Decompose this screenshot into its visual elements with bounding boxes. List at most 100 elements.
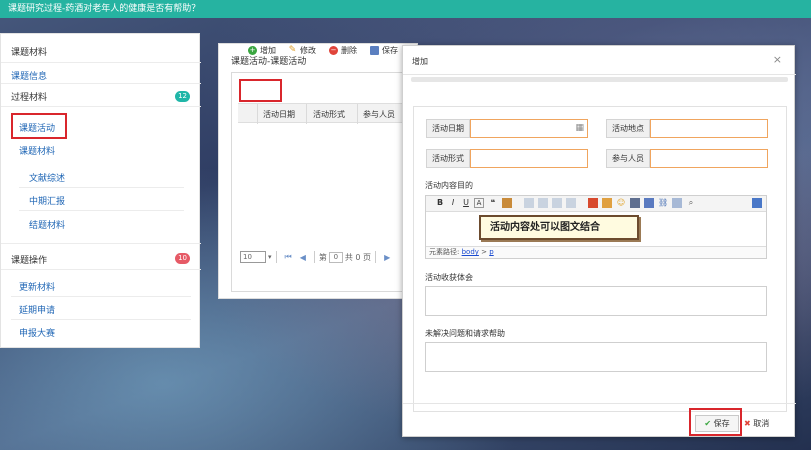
- bold-icon[interactable]: B: [435, 198, 445, 208]
- column-separator: [257, 104, 258, 124]
- column-header-form[interactable]: 活动形式: [313, 109, 345, 120]
- x-icon: ✖: [744, 419, 751, 428]
- prev-page-icon[interactable]: ◀: [300, 253, 306, 262]
- divider: [1, 62, 201, 63]
- page-header: 课题研究过程-药酒对老年人的健康是否有帮助？: [0, 0, 811, 18]
- divider: [1, 106, 201, 107]
- chevron-down-icon: ▾: [268, 253, 272, 261]
- add-dialog: 增加 × 活动日期 ▦ 活动地点 活动形式 参与人员 活动内容目的 B I U …: [402, 45, 796, 437]
- grid-header: 活动日期 活动形式 参与人员: [238, 103, 418, 124]
- sidebar-item-literature-review[interactable]: 文献综述: [29, 171, 109, 184]
- emoji-icon[interactable]: ☺: [616, 198, 626, 208]
- horizontal-scrollbar[interactable]: [411, 77, 788, 82]
- element-path-p[interactable]: p: [489, 248, 493, 256]
- highlight-activities: [11, 113, 67, 139]
- divider: [1, 269, 201, 270]
- problems-textarea[interactable]: [425, 342, 767, 372]
- divider: [19, 187, 184, 188]
- quote-icon[interactable]: ❝: [488, 198, 498, 208]
- font-color-icon[interactable]: A: [474, 198, 484, 208]
- page-prefix: 第: [318, 252, 327, 262]
- image-icon[interactable]: [588, 198, 598, 208]
- minus-icon: −: [329, 46, 338, 55]
- video-icon[interactable]: [630, 198, 640, 208]
- divider: [19, 210, 184, 211]
- next-page-icon[interactable]: ▶: [384, 253, 390, 262]
- multi-image-icon[interactable]: [602, 198, 612, 208]
- link-icon[interactable]: ⛓: [658, 198, 668, 208]
- save-toolbar-label: 保存: [382, 46, 398, 55]
- add-button[interactable]: + 增加: [248, 45, 276, 56]
- divider: [403, 74, 796, 75]
- page-total: 共 0 页: [344, 252, 372, 262]
- edit-button[interactable]: ✎ 修改: [288, 45, 316, 56]
- add-label: 增加: [260, 46, 276, 55]
- gains-label: 活动收获体会: [425, 273, 473, 282]
- column-header-date[interactable]: 活动日期: [263, 109, 295, 120]
- column-separator: [306, 104, 307, 124]
- highlight-save-button: [689, 408, 742, 436]
- sidebar-item-extension-request[interactable]: 延期申请: [19, 303, 99, 316]
- operations-count-badge: 10: [175, 253, 190, 264]
- divider: [11, 319, 191, 320]
- sidebar-item-final-materials[interactable]: 结题材料: [29, 218, 109, 231]
- content-label: 活动内容目的: [425, 181, 473, 190]
- highlight-add-button: [239, 79, 282, 102]
- plus-icon: +: [248, 46, 257, 55]
- sidebar-section-operations[interactable]: 课题操作: [11, 253, 161, 266]
- divider: [375, 251, 377, 263]
- edit-label: 修改: [300, 46, 316, 55]
- close-icon[interactable]: ×: [773, 53, 782, 66]
- editor-toolbar: B I U A ❝ ☺ ⛓ ⌕: [426, 196, 766, 212]
- unlink-icon[interactable]: [672, 198, 682, 208]
- location-input[interactable]: [650, 119, 768, 138]
- first-page-icon[interactable]: ⏮: [285, 252, 292, 262]
- delete-button[interactable]: − 删除: [329, 45, 357, 56]
- sidebar-section-process[interactable]: 过程材料: [11, 90, 161, 103]
- floppy-icon: [370, 46, 379, 55]
- element-path-separator: >: [481, 248, 488, 256]
- sidebar-item-topic-materials[interactable]: 课题材料: [19, 144, 99, 157]
- element-path-body[interactable]: body: [462, 248, 479, 256]
- pencil-icon: ✎: [288, 45, 297, 55]
- calendar-icon[interactable]: ▦: [575, 123, 584, 133]
- cancel-button[interactable]: ✖ 取消: [744, 415, 784, 432]
- process-count-badge: 12: [175, 91, 190, 102]
- save-toolbar-button[interactable]: 保存: [370, 45, 398, 56]
- page-title: 课题研究过程-药酒对老年人的健康是否有帮助？: [8, 4, 201, 14]
- sidebar-item-topic-info[interactable]: 课题信息: [11, 69, 161, 82]
- divider: [403, 403, 796, 404]
- align-left-icon[interactable]: [524, 198, 534, 208]
- divider: [1, 83, 201, 84]
- divider: [11, 296, 191, 297]
- form-input[interactable]: [470, 149, 588, 168]
- page-size-select[interactable]: 10: [240, 251, 266, 263]
- search-icon[interactable]: ⌕: [686, 198, 696, 208]
- participants-input[interactable]: [650, 149, 768, 168]
- sidebar-item-apply-competition[interactable]: 申报大赛: [19, 326, 99, 339]
- element-path-label: 元素路径:: [429, 248, 460, 256]
- align-center-icon[interactable]: [538, 198, 548, 208]
- delete-label: 删除: [341, 46, 357, 55]
- column-header-participants[interactable]: 参与人员: [363, 109, 395, 120]
- page-number-input[interactable]: 0: [328, 251, 343, 263]
- divider: [275, 251, 277, 263]
- date-input[interactable]: ▦: [470, 119, 588, 138]
- align-justify-icon[interactable]: [566, 198, 576, 208]
- editor-element-path: 元素路径: body > p: [426, 246, 766, 258]
- form-label: 活动形式: [426, 149, 470, 168]
- location-label: 活动地点: [606, 119, 650, 138]
- align-right-icon[interactable]: [552, 198, 562, 208]
- paste-icon[interactable]: [502, 198, 512, 208]
- sidebar-item-update-materials[interactable]: 更新材料: [19, 280, 99, 293]
- gains-textarea[interactable]: [425, 286, 767, 316]
- underline-icon[interactable]: U: [461, 198, 471, 208]
- divider: [1, 243, 201, 244]
- italic-icon[interactable]: I: [448, 198, 458, 208]
- fullscreen-icon[interactable]: [752, 198, 762, 208]
- attachment-icon[interactable]: [644, 198, 654, 208]
- sidebar: 课题材料 课题信息 过程材料 12 课题活动 课题材料 文献综述 中期汇报 结题…: [0, 33, 201, 348]
- pager: 10 ▾ ⏮ ◀ 第 0 共 0 页 ▶: [240, 251, 394, 263]
- sidebar-item-midterm-report[interactable]: 中期汇报: [29, 194, 109, 207]
- problems-label: 未解决问题和请求帮助: [425, 329, 505, 338]
